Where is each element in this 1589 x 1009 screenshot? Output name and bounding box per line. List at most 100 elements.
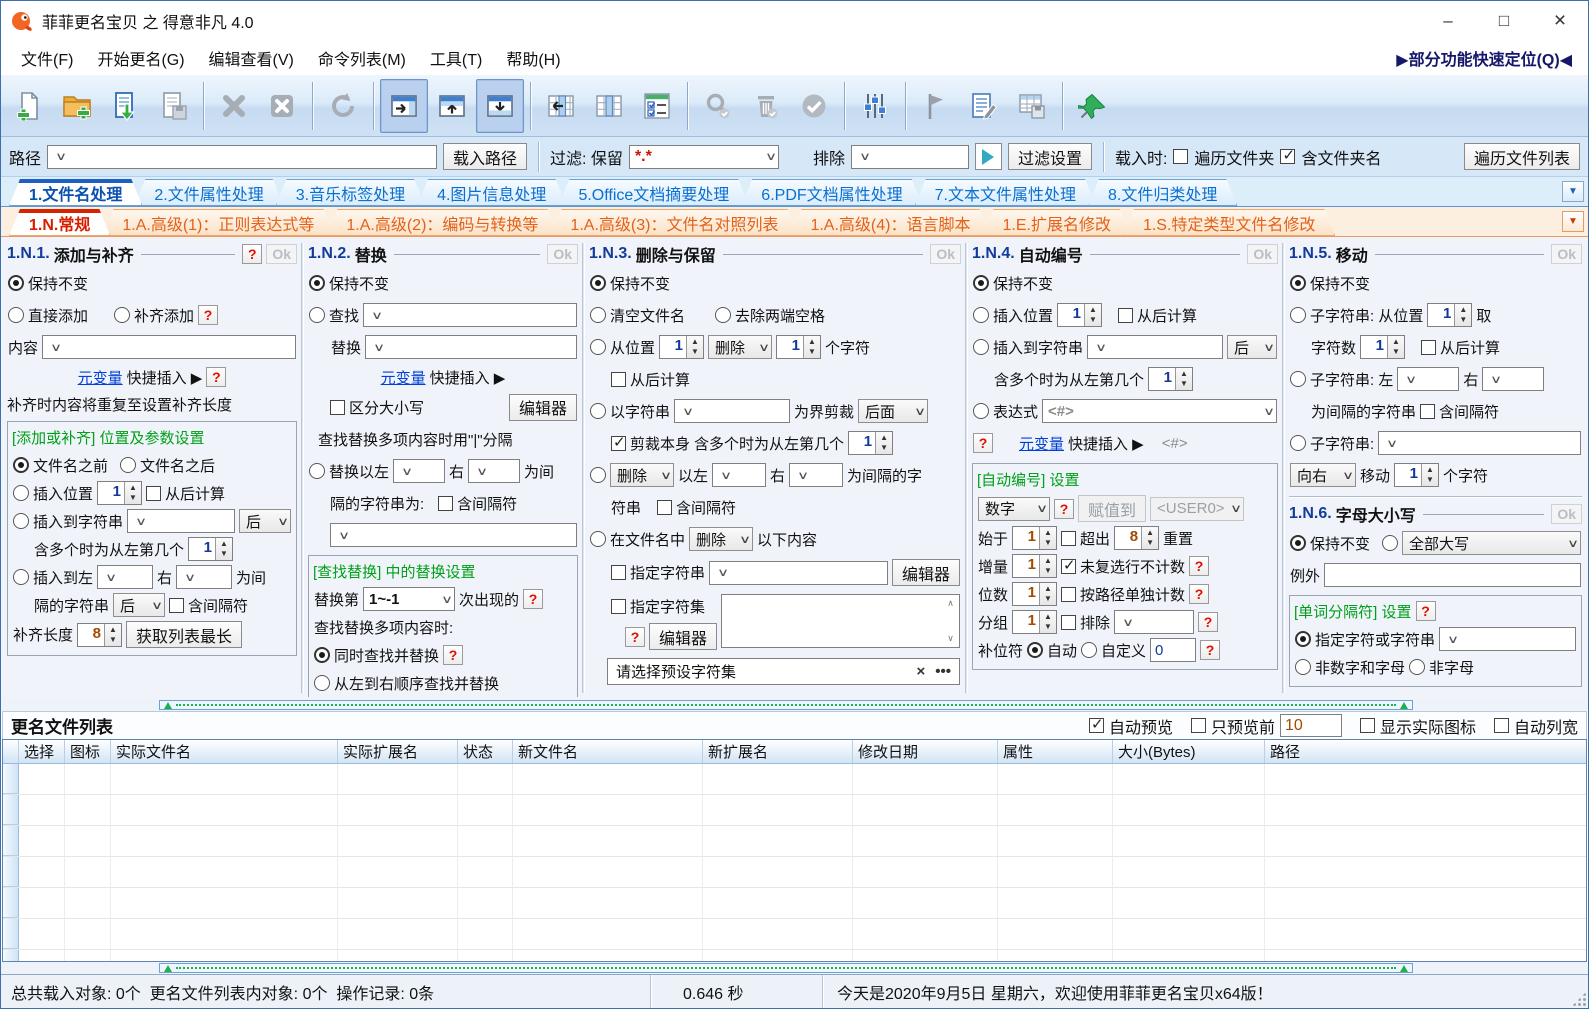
p4-digits-spinner[interactable]: 1 bbox=[1012, 582, 1058, 606]
p3-count-spinner[interactable]: 1 bbox=[776, 335, 822, 359]
p4-exclude-checkbox[interactable] bbox=[1061, 614, 1077, 630]
path-combo[interactable] bbox=[47, 144, 438, 169]
file-table-body[interactable] bbox=[3, 764, 1586, 961]
pin-window-button[interactable] bbox=[1069, 79, 1117, 133]
p1-after-dropdown2[interactable]: 后 bbox=[113, 593, 166, 617]
sub-tab-0[interactable]: 1.N.常规 bbox=[9, 209, 110, 236]
p4-digits-value[interactable]: 1 bbox=[1013, 583, 1039, 605]
p5-count-value[interactable]: 1 bbox=[1361, 336, 1387, 358]
spinner-arrows-icon[interactable] bbox=[1039, 527, 1057, 549]
p2-left-sep-combo[interactable] bbox=[393, 459, 446, 483]
menu-item-3[interactable]: 命令列表(M) bbox=[306, 43, 418, 73]
p2-include-sep-checkbox[interactable] bbox=[438, 495, 454, 511]
sub-tab-5[interactable]: 1.E.扩展名修改 bbox=[982, 209, 1130, 236]
p1-pad-add-radio[interactable] bbox=[114, 307, 131, 323]
main-tab-5[interactable]: 6.PDF文档属性处理 bbox=[741, 179, 922, 206]
p2-sequential-radio[interactable] bbox=[314, 675, 330, 691]
p6-spec-chars-radio[interactable] bbox=[1295, 631, 1311, 647]
toggle-bottom-panel-button[interactable] bbox=[476, 78, 524, 133]
p3-trim-spaces-radio[interactable] bbox=[715, 307, 732, 323]
p5-keep-radio[interactable] bbox=[1290, 275, 1306, 291]
p1-insert-pos-value[interactable]: 1 bbox=[98, 482, 124, 504]
p3-in-name-radio[interactable] bbox=[590, 531, 606, 547]
row-header[interactable] bbox=[3, 795, 19, 825]
p4-per-path-checkbox[interactable] bbox=[1061, 586, 1077, 602]
p1-insert-between-radio[interactable] bbox=[13, 569, 29, 585]
p4-skip-help-button[interactable]: ? bbox=[1189, 556, 1210, 576]
p3-back-dropdown[interactable]: 后面 bbox=[858, 399, 929, 423]
p1-pad-length-value[interactable]: 8 bbox=[78, 624, 104, 646]
include-folder-name-checkbox[interactable] bbox=[1280, 146, 1296, 164]
p4-user-var-dropdown[interactable]: <USER0> bbox=[1150, 496, 1245, 521]
p1-quick-help-button[interactable]: ? bbox=[206, 367, 227, 387]
check-options-button[interactable] bbox=[633, 79, 681, 133]
p1-insert-pos-spinner[interactable]: 1 bbox=[97, 481, 143, 505]
spinner-arrows-icon[interactable] bbox=[803, 336, 821, 358]
column-header-6[interactable]: 新扩展名 bbox=[703, 740, 853, 763]
p3-multi-value[interactable]: 1 bbox=[849, 432, 875, 454]
column-header-10[interactable]: 路径 bbox=[1265, 740, 1586, 763]
p2-replace-between-radio[interactable] bbox=[309, 463, 325, 479]
column-header-5[interactable]: 新文件名 bbox=[513, 740, 703, 763]
menu-item-4[interactable]: 工具(T) bbox=[418, 43, 494, 73]
show-real-icons-checkbox[interactable] bbox=[1359, 718, 1375, 733]
p4-multi-spinner[interactable]: 1 bbox=[1148, 367, 1194, 391]
sub-tab-1[interactable]: 1.A.高级(1)：正则表达式等 bbox=[102, 209, 334, 236]
panel-splitter[interactable] bbox=[965, 243, 968, 693]
p4-start-value[interactable]: 1 bbox=[1013, 527, 1039, 549]
quick-locate-label[interactable]: ▶部分功能快速定位(Q)◀ bbox=[1396, 46, 1580, 70]
horizontal-splitter[interactable] bbox=[1, 962, 1588, 974]
flag-mark-button[interactable] bbox=[912, 79, 960, 133]
p2-editor-button[interactable]: 编辑器 bbox=[508, 393, 577, 421]
tune-settings-button[interactable] bbox=[851, 79, 899, 133]
search-button[interactable] bbox=[694, 79, 742, 133]
add-folder-button[interactable] bbox=[53, 79, 101, 133]
p3-charset-help-button[interactable]: ? bbox=[625, 626, 645, 647]
main-tab-6[interactable]: 7.文本文件属性处理 bbox=[915, 179, 1096, 206]
p1-after-dropdown[interactable]: 后 bbox=[239, 509, 291, 533]
p1-after-name-radio[interactable] bbox=[120, 457, 137, 473]
p5-from-spinner[interactable]: 1 bbox=[1427, 303, 1473, 327]
p4-insert-string-combo[interactable] bbox=[1087, 335, 1223, 359]
p2-meta-variable-link[interactable]: 元变量 bbox=[381, 367, 426, 388]
p4-expression-radio[interactable] bbox=[973, 403, 989, 419]
p5-from-end-checkbox[interactable] bbox=[1421, 339, 1437, 355]
spinner-arrows-icon[interactable] bbox=[1039, 555, 1057, 577]
p5-left-sep-combo[interactable] bbox=[1397, 367, 1460, 391]
p4-insert-string-radio[interactable] bbox=[973, 339, 989, 355]
p3-delete-dropdown[interactable]: 删除 bbox=[708, 335, 773, 359]
p5-move-value[interactable]: 1 bbox=[1395, 464, 1421, 486]
p2-replace-combo[interactable] bbox=[365, 335, 577, 359]
minimize-button[interactable]: – bbox=[1420, 1, 1476, 41]
spinner-arrows-icon[interactable] bbox=[1387, 336, 1405, 358]
p2-quick-insert-label[interactable]: 快捷插入 ▶ bbox=[430, 367, 506, 388]
new-file-button[interactable] bbox=[5, 79, 53, 133]
p4-pos-spinner[interactable]: 1 bbox=[1057, 303, 1103, 327]
p5-from-value[interactable]: 1 bbox=[1428, 304, 1454, 326]
p3-multi-spinner[interactable]: 1 bbox=[848, 431, 894, 455]
p2-keep-radio[interactable] bbox=[309, 275, 325, 291]
row-header[interactable] bbox=[3, 888, 19, 918]
p4-insert-pos-radio[interactable] bbox=[973, 307, 989, 323]
panel-splitter[interactable] bbox=[301, 243, 304, 693]
p6-non-alpha-radio[interactable] bbox=[1409, 659, 1426, 675]
auto-preview-checkbox[interactable] bbox=[1088, 715, 1104, 733]
p3-count-value[interactable]: 1 bbox=[777, 336, 803, 358]
sub-tab-2[interactable]: 1.A.高级(2)：编码与转换等 bbox=[326, 209, 558, 236]
p6-case-radio[interactable] bbox=[1382, 535, 1399, 551]
spinner-arrows-icon[interactable] bbox=[875, 432, 893, 454]
p2-between-value-combo[interactable] bbox=[330, 523, 577, 547]
p3-between-radio[interactable] bbox=[590, 467, 606, 483]
panel-splitter[interactable] bbox=[1282, 243, 1285, 693]
p3-left-sep-combo[interactable] bbox=[712, 463, 767, 487]
column-header-7[interactable]: 修改日期 bbox=[853, 740, 998, 763]
p3-spec-string-combo[interactable] bbox=[709, 560, 888, 585]
column-header-8[interactable]: 属性 bbox=[998, 740, 1113, 763]
p3-preset-charset-picker[interactable]: 请选择预设字符集 × ••• bbox=[607, 658, 960, 685]
menu-item-0[interactable]: 文件(F) bbox=[9, 43, 85, 73]
main-tab-0[interactable]: 1.文件名处理 bbox=[9, 179, 142, 206]
p6-non-alnum-radio[interactable] bbox=[1295, 659, 1311, 675]
spinner-arrows-icon[interactable] bbox=[1039, 611, 1057, 633]
textarea-scroll-arrows-icon[interactable] bbox=[943, 595, 958, 647]
ok-button[interactable]: Ok bbox=[266, 244, 297, 264]
